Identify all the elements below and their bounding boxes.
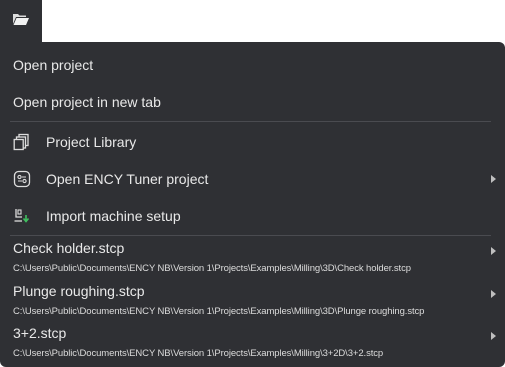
recent-project-path: C:\Users\Public\Documents\ENCY NB\Versio… [13,263,411,274]
menu-item-open-project[interactable]: Open project [0,54,505,76]
recent-project-title: 3+2.stcp [13,325,67,341]
recent-project-item[interactable]: Plunge roughing.stcp C:\Users\Public\Doc… [0,280,505,320]
chevron-right-icon [491,247,496,255]
chevron-right-icon [491,175,496,183]
chevron-right-icon [491,290,496,298]
menu-item-project-library[interactable]: Project Library [0,131,505,153]
recent-project-title: Plunge roughing.stcp [13,283,145,299]
menu-item-label: Open ENCY Tuner project [46,171,209,187]
library-icon [12,132,32,152]
recent-project-item[interactable]: Check holder.stcp C:\Users\Public\Docume… [0,238,505,278]
menu-separator [10,121,491,122]
menu-item-import-machine-setup[interactable]: Import machine setup [0,205,505,227]
recent-project-title: Check holder.stcp [13,240,125,256]
recent-project-item[interactable]: 3+2.stcp C:\Users\Public\Documents\ENCY … [0,322,505,362]
menu-item-label: Open project in new tab [13,94,161,110]
open-project-menu: Open project Open project in new tab Pro… [0,42,505,367]
recent-project-path: C:\Users\Public\Documents\ENCY NB\Versio… [13,348,384,359]
menu-item-open-tuner-project[interactable]: Open ENCY Tuner project [0,168,505,190]
open-folder-button[interactable] [0,0,42,42]
recent-project-path: C:\Users\Public\Documents\ENCY NB\Versio… [13,306,425,317]
menu-item-open-project-new-tab[interactable]: Open project in new tab [0,91,505,113]
menu-item-label: Project Library [46,134,137,150]
menu-separator [10,235,491,236]
chevron-right-icon [491,332,496,340]
menu-item-label: Import machine setup [46,208,181,224]
machine-import-icon [12,206,32,226]
folder-open-icon [12,12,30,31]
tuner-icon [12,169,32,189]
menu-item-label: Open project [13,57,94,73]
